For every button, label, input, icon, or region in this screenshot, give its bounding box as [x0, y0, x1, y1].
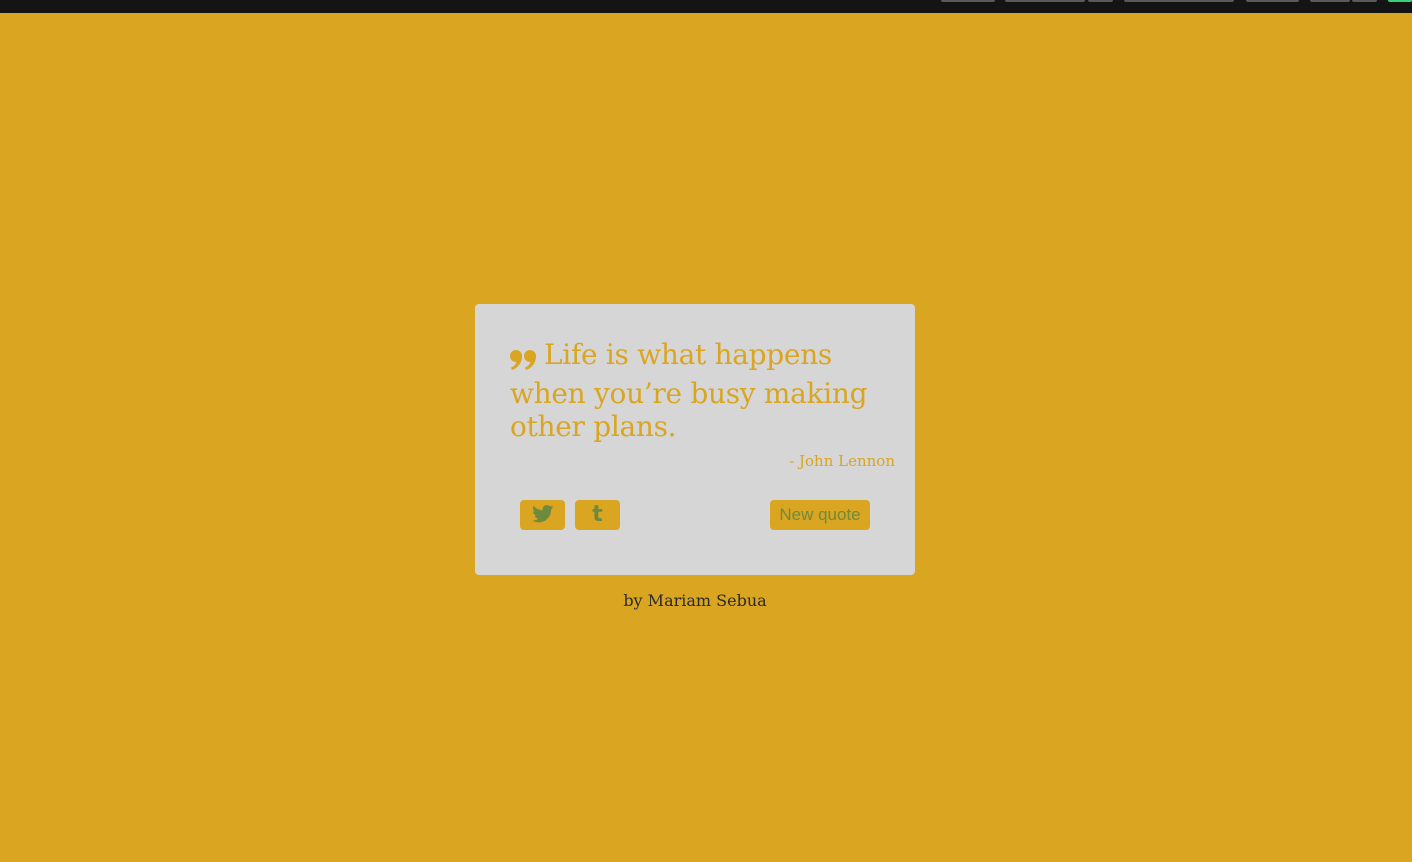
new-quote-button[interactable]: New quote: [770, 500, 870, 530]
quote-left-icon: [510, 344, 537, 377]
tweet-quote-button[interactable]: [520, 500, 565, 530]
twitter-icon: [531, 504, 554, 526]
toolbar-tab[interactable]: [1124, 0, 1234, 2]
quote-box: Life is what happens when you’re busy ma…: [475, 304, 915, 575]
quote-author: - John Lennon: [789, 452, 895, 470]
tumblr-quote-button[interactable]: t: [575, 500, 620, 530]
toolbar-tab[interactable]: [1352, 0, 1377, 2]
quote-text: Life is what happens when you’re busy ma…: [510, 338, 868, 443]
toolbar-tab[interactable]: [1310, 0, 1350, 2]
author-credit: by Mariam Sebua: [623, 591, 767, 610]
toolbar-tab[interactable]: [1088, 0, 1113, 2]
toolbar-tab[interactable]: [941, 0, 995, 2]
toolbar-tab[interactable]: [1005, 0, 1085, 2]
toolbar-tab[interactable]: [1246, 0, 1299, 2]
browser-toolbar-strip: [0, 0, 1412, 13]
quote-text-block: Life is what happens when you’re busy ma…: [510, 338, 870, 443]
tumblr-icon: t: [592, 502, 603, 527]
toolbar-status-indicator[interactable]: [1388, 0, 1412, 2]
